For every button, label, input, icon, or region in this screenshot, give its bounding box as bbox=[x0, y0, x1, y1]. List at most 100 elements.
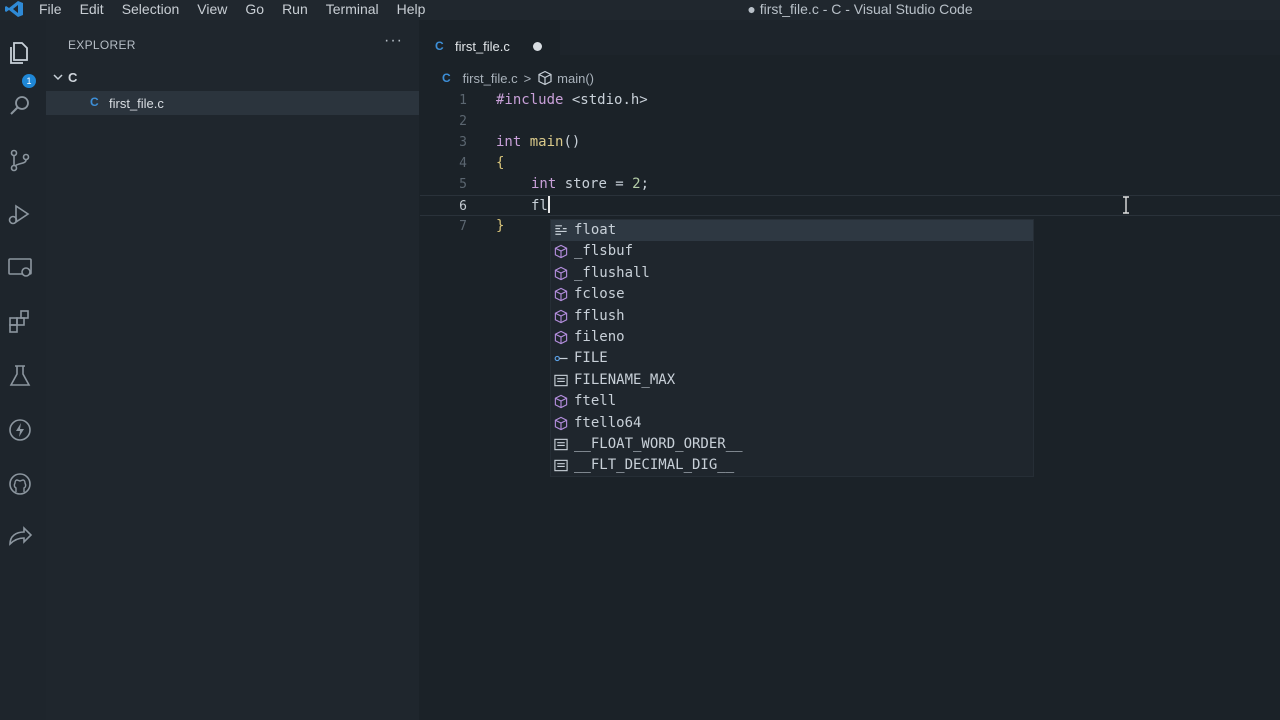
breadcrumb-symbol[interactable]: main() bbox=[557, 71, 594, 86]
testing-icon[interactable] bbox=[6, 362, 34, 390]
suggestion-item[interactable]: fileno bbox=[551, 327, 1033, 348]
breadcrumb-separator: > bbox=[523, 70, 532, 86]
menu-run[interactable]: Run bbox=[273, 0, 317, 20]
method-icon bbox=[554, 309, 568, 323]
run-debug-icon[interactable] bbox=[6, 200, 34, 228]
live-share-icon[interactable] bbox=[6, 524, 34, 552]
suggestion-item[interactable]: _flushall bbox=[551, 263, 1033, 284]
line-number: 1 bbox=[459, 93, 467, 108]
explorer-sidebar: EXPLORER ··· C C first_file.c bbox=[46, 20, 419, 720]
line-number: 5 bbox=[459, 177, 467, 192]
activity-bar: 1 bbox=[0, 20, 46, 720]
keyword-icon bbox=[555, 225, 567, 235]
more-actions-button[interactable]: ··· bbox=[384, 32, 403, 50]
github-icon[interactable] bbox=[6, 470, 34, 498]
suggestion-label: float bbox=[574, 222, 617, 238]
line-number: 4 bbox=[459, 156, 467, 171]
line-number: 6 bbox=[459, 199, 467, 214]
suggestion-label: fclose bbox=[574, 286, 625, 303]
code-line: 2 bbox=[420, 111, 1280, 132]
method-icon bbox=[554, 245, 568, 259]
suggestion-label: ftello64 bbox=[574, 414, 642, 431]
breadcrumb-file[interactable]: first_file.c bbox=[463, 71, 518, 86]
search-icon[interactable] bbox=[6, 92, 34, 120]
method-icon bbox=[554, 287, 568, 302]
tab-bar: C first_file.c bbox=[420, 20, 1280, 55]
suggestion-label: fflush bbox=[574, 307, 625, 324]
line-number: 2 bbox=[459, 114, 467, 129]
typed-text: fl bbox=[531, 198, 548, 214]
code-text: int main() bbox=[496, 134, 581, 150]
extensions-icon[interactable] bbox=[6, 308, 34, 336]
c-file-icon: C bbox=[435, 39, 444, 53]
suggestion-label: FILE bbox=[574, 350, 608, 367]
ibeam-cursor-icon bbox=[1123, 196, 1129, 214]
menu-file[interactable]: File bbox=[30, 0, 71, 20]
explorer-badge: 1 bbox=[22, 74, 36, 88]
file-name: first_file.c bbox=[109, 96, 164, 111]
suggestion-label: FILENAME_MAX bbox=[574, 371, 676, 388]
menu-help[interactable]: Help bbox=[388, 0, 435, 20]
explorer-icon[interactable] bbox=[6, 38, 34, 66]
suggestion-item[interactable]: ftell bbox=[551, 391, 1033, 412]
lightning-icon[interactable] bbox=[6, 416, 34, 444]
method-icon bbox=[554, 266, 568, 281]
tab-first-file[interactable]: C first_file.c bbox=[420, 20, 560, 55]
line-number: 3 bbox=[459, 135, 467, 150]
menu-view[interactable]: View bbox=[188, 0, 236, 20]
code-line-current: 6 fl bbox=[420, 195, 1280, 216]
suggestion-item[interactable]: ftello64 bbox=[551, 413, 1033, 434]
suggestion-item[interactable]: __FLT_DECIMAL_DIG__ bbox=[551, 455, 1033, 476]
method-icon bbox=[538, 70, 552, 86]
chevron-down-icon bbox=[53, 74, 63, 81]
source-control-icon[interactable] bbox=[6, 146, 34, 174]
folder-name: C bbox=[68, 70, 78, 85]
c-file-icon: C bbox=[442, 71, 451, 85]
type-parameter-icon bbox=[554, 356, 568, 362]
remote-explorer-icon[interactable] bbox=[6, 254, 34, 282]
tab-label: first_file.c bbox=[455, 39, 510, 54]
code-line: 5 int store = 2; bbox=[420, 174, 1280, 195]
breadcrumb: C first_file.c > main() bbox=[442, 69, 594, 87]
unsaved-dot-icon[interactable] bbox=[533, 42, 542, 51]
menu-edit[interactable]: Edit bbox=[71, 0, 113, 20]
suggestion-item[interactable]: FILE bbox=[551, 348, 1033, 369]
method-icon bbox=[554, 416, 568, 430]
menu-selection[interactable]: Selection bbox=[113, 0, 189, 20]
code-line: 1 #include <stdio.h> bbox=[420, 90, 1280, 111]
title-bar: File Edit Selection View Go Run Terminal… bbox=[0, 0, 1280, 20]
suggestion-label: __FLT_DECIMAL_DIG__ bbox=[574, 457, 735, 474]
folder-row[interactable]: C bbox=[46, 67, 419, 89]
text-icon bbox=[554, 438, 568, 451]
code-line: 3 int main() bbox=[420, 132, 1280, 153]
code-text: int store = 2; bbox=[531, 176, 650, 192]
line-number: 7 bbox=[459, 219, 467, 234]
suggestion-label: __FLOAT_WORD_ORDER__ bbox=[574, 436, 743, 452]
suggestion-label: fileno bbox=[574, 329, 625, 345]
include-directive: #include bbox=[496, 92, 564, 108]
vscode-logo-icon bbox=[5, 1, 23, 17]
suggestion-item[interactable]: FILENAME_MAX bbox=[551, 370, 1033, 391]
menu-bar: File Edit Selection View Go Run Terminal… bbox=[30, 0, 434, 20]
window-title: ● first_file.c - C - Visual Studio Code bbox=[747, 1, 973, 17]
code-text: #include <stdio.h> bbox=[496, 90, 648, 111]
code-text: fl bbox=[531, 196, 550, 217]
menu-go[interactable]: Go bbox=[236, 0, 273, 20]
suggestion-item[interactable]: fclose bbox=[551, 284, 1033, 305]
suggestion-item[interactable]: __FLOAT_WORD_ORDER__ bbox=[551, 434, 1033, 455]
menu-terminal[interactable]: Terminal bbox=[317, 0, 388, 20]
suggestion-label: _flsbuf bbox=[574, 243, 634, 260]
suggestion-label: _flushall bbox=[574, 264, 650, 281]
explorer-header: EXPLORER bbox=[68, 38, 136, 52]
code-text: } bbox=[496, 218, 505, 234]
method-icon bbox=[554, 330, 568, 345]
code-text: { bbox=[496, 155, 505, 171]
suggestion-item[interactable]: _flsbuf bbox=[551, 241, 1033, 262]
suggestion-label: ftell bbox=[574, 393, 617, 410]
include-header: <stdio.h> bbox=[571, 92, 648, 108]
file-row[interactable]: C first_file.c bbox=[46, 91, 419, 115]
text-cursor bbox=[547, 196, 550, 213]
method-icon bbox=[554, 394, 568, 409]
suggestion-item[interactable]: fflush bbox=[551, 306, 1033, 327]
suggestion-item[interactable]: float bbox=[551, 220, 1033, 241]
